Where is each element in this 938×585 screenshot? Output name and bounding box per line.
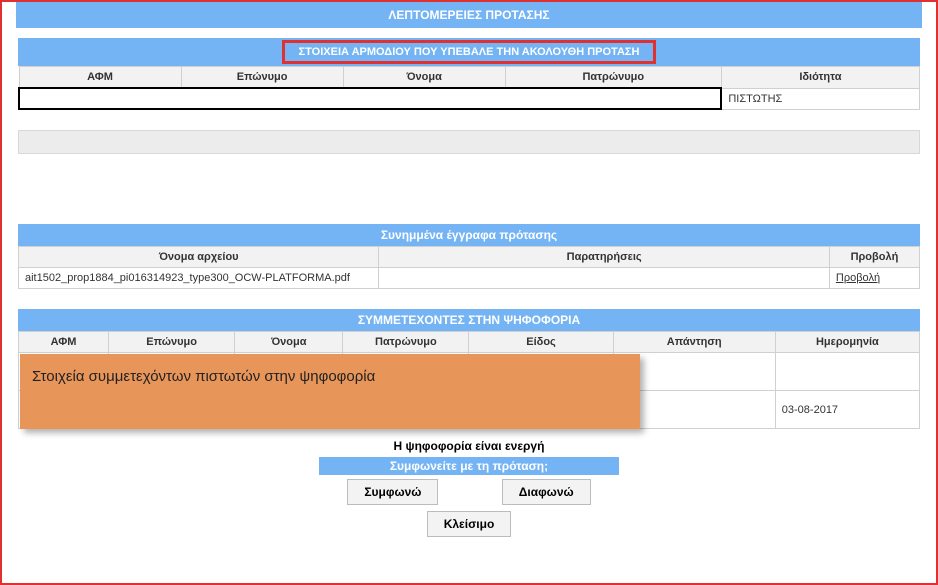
pcol-afm: ΑΦΜ — [19, 332, 109, 353]
submitter-row: ΠΙΣΤΩΤΗΣ — [19, 88, 920, 109]
voting-prompt: Συμφωνείτε με τη πρόταση; — [319, 457, 619, 475]
pcol-name: Όνομα — [235, 332, 343, 353]
col-afm: ΑΦΜ — [19, 67, 181, 89]
pcol-answer: Απάντηση — [613, 332, 775, 353]
attachment-filename: ait1502_prop1884_pi016314923_type300_OCW… — [19, 268, 379, 289]
submitter-table: ΑΦΜ Επώνυμο Όνομα Πατρώνυμο Ιδιότητα ΠΙΣ… — [18, 66, 920, 110]
pcol-fathername: Πατρώνυμο — [343, 332, 469, 353]
participants-overlay: Στοιχεία συμμετεχόντων πιστωτών στην ψηφ… — [20, 354, 640, 429]
col-surname: Επώνυμο — [181, 67, 343, 89]
col-name: Όνομα — [343, 67, 505, 89]
attachments-header: Συνημμένα έγγραφα πρότασης — [18, 224, 920, 246]
col-capacity: Ιδιότητα — [721, 67, 919, 89]
attachment-notes — [379, 268, 830, 289]
col-filename: Όνομα αρχείου — [19, 247, 379, 268]
col-view: Προβολή — [829, 247, 919, 268]
col-notes: Παρατηρήσεις — [379, 247, 830, 268]
voting-status: Η ψηφοφορία είναι ενεργή — [18, 435, 920, 457]
close-button[interactable]: Κλείσιμο — [427, 511, 512, 537]
participants-section: ΣΥΜΜΕΤΕΧΟΝΤΕΣ ΣΤΗΝ ΨΗΦΟΦΟΡΙΑ ΑΦΜ Επώνυμο… — [18, 309, 920, 537]
submitter-header-row: ΣΤΟΙΧΕΙΑ ΑΡΜΟΔΙΟΥ ΠΟΥ ΥΠΕΒΑΛΕ ΤΗΝ ΑΚΟΛΟΥ… — [18, 38, 920, 66]
attachments-section: Συνημμένα έγγραφα πρότασης Όνομα αρχείου… — [18, 224, 920, 289]
agree-button[interactable]: Συμφωνώ — [347, 479, 438, 505]
attachments-table: Όνομα αρχείου Παρατηρήσεις Προβολή ait15… — [18, 246, 920, 289]
submitter-capacity: ΠΙΣΤΩΤΗΣ — [721, 88, 919, 109]
participant-date — [775, 353, 919, 391]
col-fathername: Πατρώνυμο — [505, 67, 721, 89]
empty-section — [18, 130, 920, 154]
submitter-section: ΣΤΟΙΧΕΙΑ ΑΡΜΟΔΙΟΥ ΠΟΥ ΥΠΕΒΑΛΕ ΤΗΝ ΑΚΟΛΟΥ… — [18, 38, 920, 110]
pcol-surname: Επώνυμο — [109, 332, 235, 353]
disagree-button[interactable]: Διαφωνώ — [502, 479, 591, 505]
submitter-redacted — [19, 88, 721, 109]
participants-header: ΣΥΜΜΕΤΕΧΟΝΤΕΣ ΣΤΗΝ ΨΗΦΟΦΟΡΙΑ — [18, 309, 920, 331]
attachment-view-link[interactable]: Προβολή — [836, 272, 880, 284]
attachment-row: ait1502_prop1884_pi016314923_type300_OCW… — [19, 268, 920, 289]
submitter-header: ΣΤΟΙΧΕΙΑ ΑΡΜΟΔΙΟΥ ΠΟΥ ΥΠΕΒΑΛΕ ΤΗΝ ΑΚΟΛΟΥ… — [282, 40, 657, 64]
participant-date: 03-08-2017 — [775, 391, 919, 429]
pcol-type: Είδος — [469, 332, 613, 353]
pcol-date: Ημερομηνία — [775, 332, 919, 353]
page-title: ΛΕΠΤΟΜΕΡΕΙΕΣ ΠΡΟΤΑΣΗΣ — [16, 2, 922, 28]
